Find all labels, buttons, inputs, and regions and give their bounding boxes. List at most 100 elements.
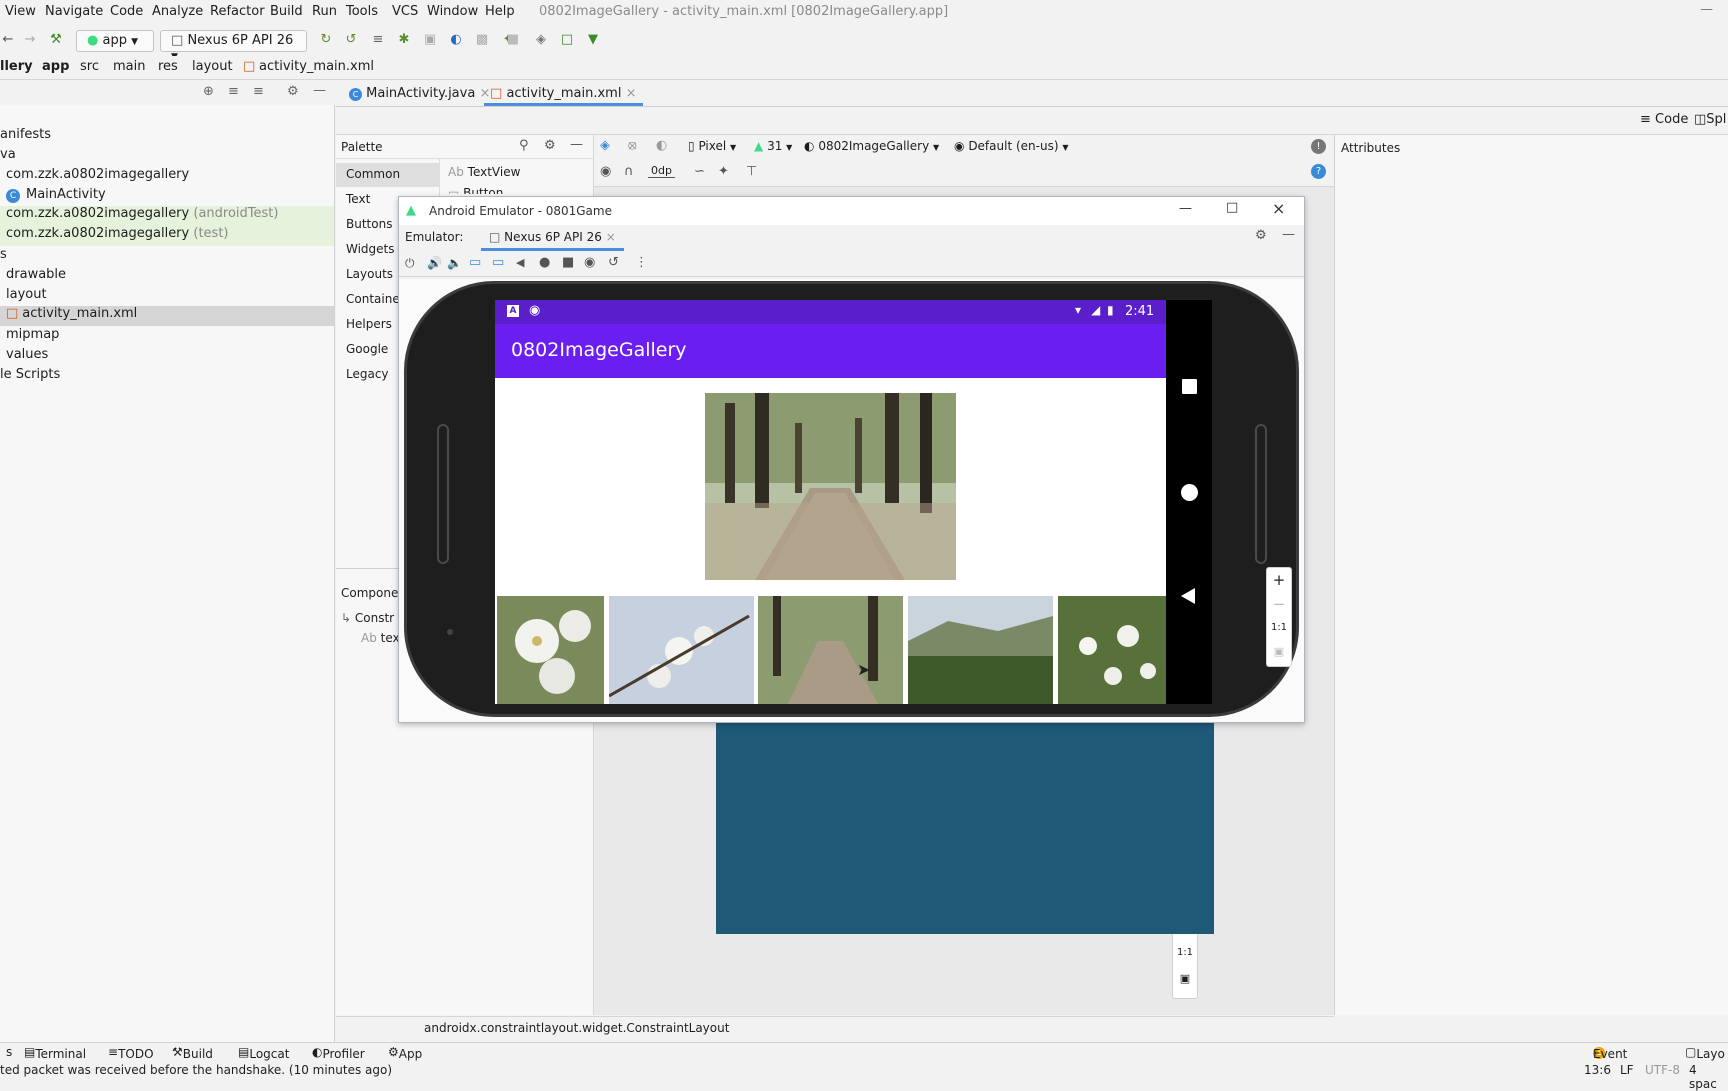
- layout-inspector-button[interactable]: ▢ Layo: [1685, 1045, 1725, 1061]
- profile-icon[interactable]: ◐: [448, 32, 464, 48]
- autoconnect-icon[interactable]: ∩: [624, 164, 634, 179]
- gradle-sync-icon[interactable]: ◈: [533, 32, 549, 48]
- theme-picker[interactable]: ◐ 0802ImageGallery ▼: [804, 139, 939, 153]
- default-margin-field[interactable]: 0dp: [648, 164, 675, 178]
- tool-misc[interactable]: s: [6, 1045, 12, 1059]
- menu-run[interactable]: Run: [312, 4, 337, 19]
- breadcrumb-item[interactable]: src: [80, 59, 99, 74]
- tool-todo[interactable]: ≡ TODO: [108, 1045, 154, 1061]
- tree-item[interactable]: s: [0, 247, 7, 267]
- line-separator[interactable]: LF: [1620, 1063, 1634, 1077]
- minimize-icon[interactable]: —: [1700, 2, 1713, 17]
- clear-constraints-icon[interactable]: ∽: [694, 164, 705, 179]
- menu-vcs[interactable]: VCS: [392, 4, 418, 19]
- zoom-in-button[interactable]: +: [1267, 568, 1291, 592]
- hide-icon[interactable]: —: [1282, 227, 1295, 242]
- api-picker[interactable]: ▲ 31 ▼: [754, 139, 792, 153]
- expand-all-icon[interactable]: ≡: [228, 84, 239, 99]
- zoom-fit-button[interactable]: ▣: [1267, 640, 1291, 664]
- menu-analyze[interactable]: Analyze: [152, 4, 203, 19]
- snapshot-icon[interactable]: ↺: [608, 255, 619, 270]
- layout-class-label[interactable]: androidx.constraintlayout.widget.Constra…: [424, 1021, 729, 1035]
- sdk-manager-icon[interactable]: ▼: [585, 32, 601, 48]
- gear-icon[interactable]: ⚙: [1255, 228, 1267, 243]
- orientation-icon[interactable]: ⦻: [628, 138, 637, 153]
- tool-app-inspection[interactable]: ⚙ App Inspection: [388, 1045, 461, 1075]
- hide-icon[interactable]: —: [313, 83, 326, 98]
- debug-icon[interactable]: ✱: [396, 32, 412, 48]
- tab-emulator-device[interactable]: □ Nexus 6P API 26 ×: [481, 227, 624, 251]
- tree-item[interactable]: C MainActivity: [6, 187, 106, 207]
- tree-item[interactable]: drawable: [6, 267, 66, 287]
- breadcrumb-item[interactable]: layout: [192, 59, 233, 74]
- tree-item[interactable]: com.zzk.a0802imagegallery: [6, 167, 189, 187]
- night-mode-icon[interactable]: ◐: [656, 138, 667, 153]
- apply-changes-icon[interactable]: ↻: [318, 32, 334, 48]
- file-encoding[interactable]: UTF-8: [1645, 1063, 1680, 1077]
- back-button[interactable]: [1181, 588, 1195, 604]
- close-icon[interactable]: ×: [626, 86, 637, 101]
- tree-item[interactable]: com.zzk.a0802imagegallery (androidTest): [0, 206, 334, 226]
- tree-item[interactable]: com.zzk.a0802imagegallery (test): [0, 226, 334, 246]
- tool-logcat[interactable]: ▤ Logcat: [238, 1045, 289, 1061]
- breadcrumb-item[interactable]: activity_main.xml: [259, 59, 374, 74]
- tree-item[interactable]: mipmap: [6, 327, 59, 347]
- infer-constraints-icon[interactable]: ✦: [718, 164, 729, 179]
- apply-code-changes-icon[interactable]: ↺: [343, 32, 359, 48]
- back-icon[interactable]: ←: [0, 32, 16, 48]
- run-list-icon[interactable]: ≡: [370, 32, 386, 48]
- camera-icon[interactable]: ◉: [584, 255, 595, 270]
- tool-build[interactable]: ⚒ Build: [172, 1045, 213, 1061]
- collapse-all-icon[interactable]: ≡: [253, 84, 264, 99]
- warning-icon[interactable]: !: [1311, 139, 1326, 154]
- breadcrumb-item[interactable]: llery: [0, 59, 33, 74]
- component-root[interactable]: ↳ Constr: [341, 611, 394, 625]
- search-icon[interactable]: ⚲: [519, 138, 529, 153]
- menu-window[interactable]: Window: [427, 4, 478, 19]
- menu-refactor[interactable]: Refactor: [210, 4, 265, 19]
- thumbnail-image[interactable]: [1058, 596, 1166, 704]
- code-view-button[interactable]: ≡ Code: [1640, 112, 1688, 127]
- tree-item[interactable]: layout: [6, 287, 47, 307]
- locale-picker[interactable]: ◉ Default (en-us) ▼: [954, 139, 1069, 153]
- palette-category-common[interactable]: Common: [336, 163, 439, 187]
- indent-setting[interactable]: 4 spac: [1689, 1063, 1728, 1091]
- overview-icon[interactable]: ■: [562, 255, 574, 270]
- menu-navigate[interactable]: Navigate: [45, 4, 103, 19]
- split-view-button[interactable]: ◫Spl: [1694, 112, 1726, 127]
- home-icon[interactable]: ●: [539, 255, 550, 270]
- more-icon[interactable]: ⋮: [635, 255, 648, 270]
- guidelines-icon[interactable]: ⊤: [746, 164, 757, 179]
- component-child[interactable]: Ab tex: [361, 631, 400, 645]
- close-icon[interactable]: ×: [606, 230, 616, 244]
- thumbnail-image[interactable]: [609, 596, 754, 704]
- make-hammer-icon[interactable]: ⚒: [48, 32, 64, 48]
- back-icon[interactable]: ◀: [516, 256, 524, 269]
- stop-square-icon[interactable]: ■: [505, 32, 521, 48]
- rotate-right-icon[interactable]: ▭: [492, 255, 504, 270]
- palette-item-button[interactable]: ▭ Button: [448, 186, 503, 194]
- volume-up-icon[interactable]: 🔊: [427, 256, 442, 270]
- breadcrumb-item[interactable]: res: [158, 59, 178, 74]
- zoom-out-button[interactable]: −: [1267, 592, 1291, 616]
- hide-icon[interactable]: —: [570, 137, 583, 152]
- thumbnail-image[interactable]: [908, 596, 1053, 704]
- locate-icon[interactable]: ⊕: [203, 84, 214, 99]
- main-gallery-image[interactable]: [705, 393, 956, 580]
- tab-mainactivity[interactable]: C MainActivity.java ×: [343, 84, 496, 106]
- zoom-actual-button[interactable]: 1:1: [1267, 616, 1291, 640]
- palette-item-textview[interactable]: Ab TextView: [448, 165, 520, 179]
- help-icon[interactable]: ?: [1311, 164, 1326, 179]
- tree-item[interactable]: va: [0, 147, 16, 167]
- menu-help[interactable]: Help: [485, 4, 515, 19]
- tree-item[interactable]: anifests: [0, 127, 51, 147]
- recents-button[interactable]: [1182, 379, 1197, 394]
- coverage-icon[interactable]: ▣: [422, 32, 438, 48]
- device-combo[interactable]: □ Nexus 6P API 26 ▼: [160, 30, 307, 62]
- attach-debugger-icon[interactable]: ▩: [474, 32, 490, 48]
- tool-terminal[interactable]: ▤ Terminal: [24, 1045, 86, 1061]
- minimize-icon[interactable]: —: [1179, 201, 1192, 216]
- thumbnail-image[interactable]: [497, 596, 604, 704]
- layers-icon[interactable]: ◈: [600, 138, 610, 153]
- breadcrumb-item[interactable]: main: [113, 59, 145, 74]
